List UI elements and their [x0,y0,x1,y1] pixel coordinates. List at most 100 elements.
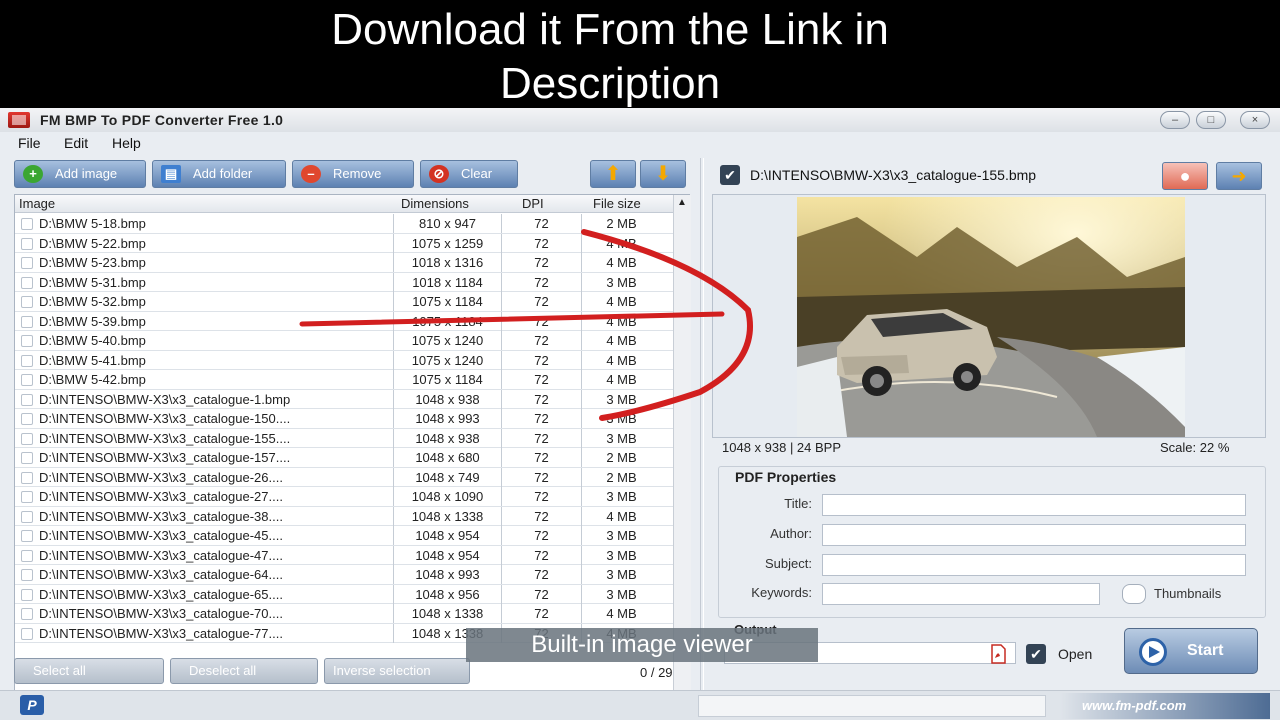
row-path: D:\INTENSO\BMW-X3\x3_catalogue-47.... [39,547,283,563]
open-checkbox[interactable]: ✔ [1026,644,1046,664]
pdf-file-icon[interactable] [986,644,1010,664]
screenshot-page: Download it From the Link in Description… [0,0,1280,720]
header-dimensions[interactable]: Dimensions [401,196,469,211]
row-checkbox[interactable] [21,354,33,367]
row-path: D:\INTENSO\BMW-X3\x3_catalogue-38.... [39,508,283,524]
table-row[interactable]: D:\INTENSO\BMW-X3\x3_catalogue-45.... 104… [15,526,673,546]
website-link[interactable]: www.fm-pdf.com [1082,698,1186,713]
row-checkbox[interactable] [21,218,33,230]
table-row[interactable]: D:\BMW 5-40.bmp 1075 x 1240 72 4 MB [15,331,673,351]
scroll-up-icon[interactable]: ▲ [677,197,687,208]
row-checkbox[interactable] [21,315,33,328]
row-dimensions: 1048 x 749 [393,467,501,487]
previous-image-button[interactable]: ● [1162,162,1208,190]
row-path: D:\INTENSO\BMW-X3\x3_catalogue-150.... [39,411,291,426]
menu-edit[interactable]: Edit [64,135,88,151]
row-checkbox[interactable] [21,530,33,542]
menu-help[interactable]: Help [112,135,141,151]
row-checkbox[interactable] [21,588,33,601]
row-checkbox[interactable] [21,627,33,640]
video-banner: Download it From the Link in Description [0,0,1280,108]
car-preview-image [797,197,1185,437]
row-checkbox[interactable] [21,257,33,269]
row-dimensions: 1048 x 993 [393,565,501,584]
row-dpi: 72 [501,331,581,350]
row-checkbox[interactable] [21,335,33,347]
row-checkbox[interactable] [21,452,33,464]
banner-line-1: Download it From the Link in [331,5,889,54]
keywords-input[interactable] [822,583,1100,605]
row-dpi: 72 [501,604,581,623]
remove-button[interactable]: – Remove [292,160,414,188]
next-image-button[interactable]: ➜ [1216,162,1262,190]
row-checkbox[interactable] [21,374,33,386]
close-button[interactable]: × [1240,111,1270,129]
start-button[interactable]: Start [1124,628,1258,674]
author-input[interactable] [822,524,1246,546]
clear-button[interactable]: ⊘ Clear [420,160,518,188]
table-row[interactable]: D:\BMW 5-42.bmp 1075 x 1184 72 4 MB [15,370,673,390]
inverse-selection-button[interactable]: Inverse selection [324,658,470,684]
thumbnails-checkbox[interactable] [1122,584,1146,604]
row-path: D:\INTENSO\BMW-X3\x3_catalogue-1.bmp [39,391,291,407]
panel-splitter[interactable] [700,158,704,698]
row-checkbox[interactable] [21,510,33,523]
table-row[interactable]: D:\BMW 5-31.bmp 1018 x 1184 72 3 MB [15,272,673,292]
row-checkbox[interactable] [21,569,33,581]
row-checkbox[interactable] [21,393,33,406]
table-row[interactable]: D:\BMW 5-23.bmp 1018 x 1316 72 4 MB [15,253,673,273]
plus-icon: + [23,165,43,183]
title-input[interactable] [822,494,1246,516]
row-checkbox[interactable] [21,296,33,308]
maximize-button[interactable]: □ [1196,111,1226,129]
add-folder-button[interactable]: ▤ Add folder [152,160,286,188]
table-row[interactable]: D:\BMW 5-41.bmp 1075 x 1240 72 4 MB [15,350,673,370]
table-row[interactable]: D:\INTENSO\BMW-X3\x3_catalogue-155.... 10… [15,428,673,448]
subject-input[interactable] [822,554,1246,576]
move-up-button[interactable]: ⬆ [590,160,636,188]
table-row[interactable]: D:\BMW 5-32.bmp 1075 x 1184 72 4 MB [15,292,673,312]
row-checkbox[interactable] [21,608,33,620]
table-row[interactable]: D:\INTENSO\BMW-X3\x3_catalogue-70.... 104… [15,604,673,624]
table-row[interactable]: D:\INTENSO\BMW-X3\x3_catalogue-38.... 104… [15,506,673,526]
row-file-size: 2 MB [581,448,661,467]
app-logo-icon [8,112,30,128]
row-dpi: 72 [501,584,581,604]
table-row[interactable]: D:\INTENSO\BMW-X3\x3_catalogue-1.bmp 1048… [15,389,673,409]
table-row[interactable]: D:\INTENSO\BMW-X3\x3_catalogue-65.... 104… [15,584,673,604]
table-row[interactable]: D:\BMW 5-18.bmp 810 x 947 72 2 MB [15,214,673,234]
row-checkbox[interactable] [21,276,33,289]
table-row[interactable]: D:\INTENSO\BMW-X3\x3_catalogue-26.... 104… [15,467,673,487]
row-file-size: 4 MB [581,311,661,331]
table-row[interactable]: D:\BMW 5-22.bmp 1075 x 1259 72 4 MB [15,233,673,253]
table-row[interactable]: D:\INTENSO\BMW-X3\x3_catalogue-64.... 104… [15,565,673,585]
menu-bar: File Edit Help [0,132,1280,154]
move-down-button[interactable]: ⬇ [640,160,686,188]
row-checkbox[interactable] [21,471,33,484]
row-checkbox[interactable] [21,237,33,250]
row-file-size: 3 MB [581,545,661,565]
table-row[interactable]: D:\INTENSO\BMW-X3\x3_catalogue-27.... 104… [15,487,673,507]
deselect-all-button[interactable]: Deselect all [170,658,318,684]
header-image[interactable]: Image [19,196,55,211]
add-image-button[interactable]: + Add image [14,160,146,188]
row-dpi: 72 [501,428,581,448]
row-checkbox[interactable] [21,413,33,425]
row-checkbox[interactable] [21,549,33,562]
image-viewer[interactable] [712,194,1266,438]
minimize-button[interactable]: – [1160,111,1190,129]
preview-checkbox[interactable]: ✔ [720,165,740,185]
row-dimensions: 1048 x 1090 [393,487,501,506]
header-dpi[interactable]: DPI [522,196,544,211]
selection-counter: 0 / 29 [640,665,673,680]
window-title: FM BMP To PDF Converter Free 1.0 [40,112,284,128]
table-row[interactable]: D:\INTENSO\BMW-X3\x3_catalogue-150.... 10… [15,409,673,429]
row-checkbox[interactable] [21,432,33,445]
table-row[interactable]: D:\INTENSO\BMW-X3\x3_catalogue-157.... 10… [15,448,673,468]
menu-file[interactable]: File [18,135,41,151]
table-row[interactable]: D:\INTENSO\BMW-X3\x3_catalogue-47.... 104… [15,545,673,565]
select-all-button[interactable]: Select all [14,658,164,684]
row-checkbox[interactable] [21,491,33,503]
table-row[interactable]: D:\BMW 5-39.bmp 1075 x 1184 72 4 MB [15,311,673,331]
header-file-size[interactable]: File size [593,196,641,211]
